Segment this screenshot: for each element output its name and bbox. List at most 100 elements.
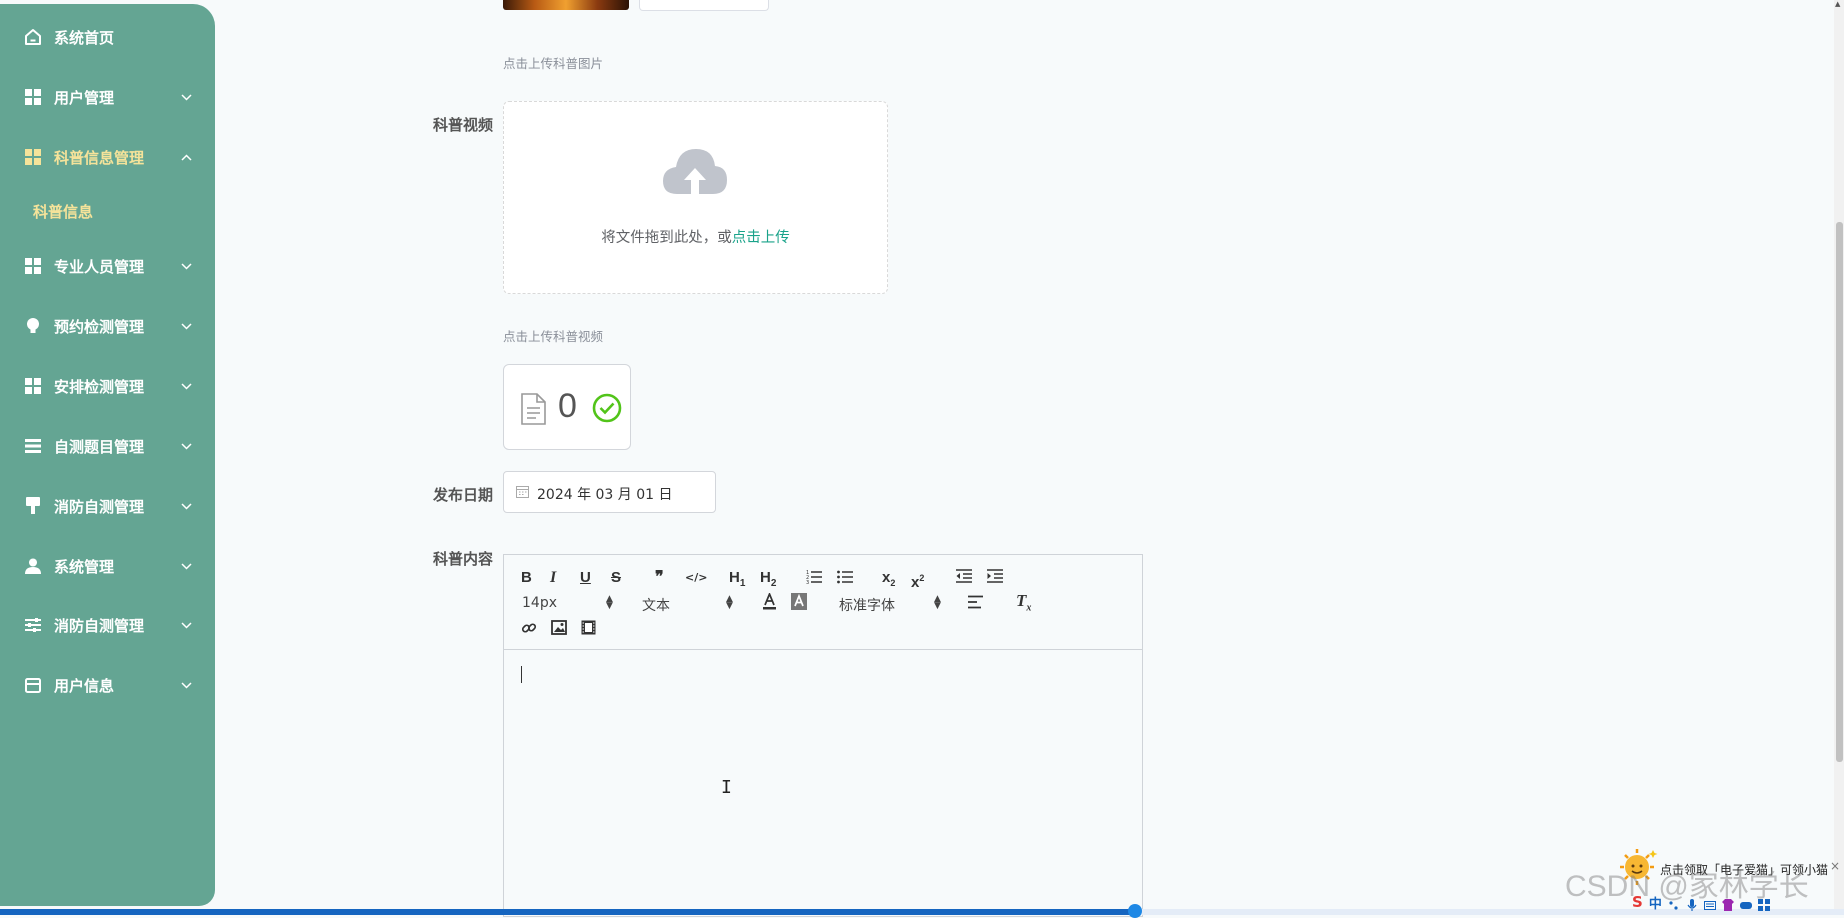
chevron-down-icon (180, 440, 192, 452)
upload-instruction: 将文件拖到此处，或点击上传 (504, 226, 887, 247)
grid-icon (24, 88, 42, 106)
click-upload-link[interactable]: 点击上传 (732, 230, 790, 246)
h2-sub: 2 (770, 578, 777, 589)
sidebar-item-fire-self-test[interactable]: 消防自测管理 (0, 486, 215, 526)
strike-button[interactable]: S (611, 570, 621, 586)
indent-button[interactable] (987, 569, 1003, 587)
bold-button[interactable]: B (521, 570, 532, 586)
skin-icon[interactable] (1721, 896, 1734, 911)
font-family-select[interactable]: 标准字体 ▲ ▼ (839, 595, 941, 615)
video-progress-handle[interactable] (1128, 904, 1142, 918)
upload-instruction-text: 将文件拖到此处，或 (601, 230, 732, 246)
text-color-button[interactable] (762, 591, 777, 614)
sidebar-item-self-test-questions[interactable]: 自测题目管理 (0, 426, 215, 466)
sidebar-item-professional-staff[interactable]: 专业人员管理 (0, 246, 215, 286)
clear-format-button[interactable]: Tx (1016, 591, 1032, 616)
sidebar-item-science-info-management[interactable]: 科普信息管理 (0, 137, 215, 177)
rich-text-editor: B I U S ❞ </> H1 H2 123 x2 x2 14px ▲ ▼ 文本 ▲… (503, 554, 1143, 917)
ordered-list-button[interactable]: 123 (806, 569, 822, 588)
underline-button[interactable]: U (580, 570, 591, 586)
outdent-button[interactable] (956, 569, 972, 587)
user-icon (24, 557, 42, 575)
video-upload-hint: 点击上传科普视频 (503, 329, 604, 344)
chevron-down-icon (180, 260, 192, 272)
sidebar-item-home[interactable]: 系统首页 (0, 17, 215, 57)
sidebar-item-label: 预约检测管理 (54, 317, 145, 336)
bulb-icon (24, 317, 42, 335)
calendar-icon (516, 483, 529, 502)
sidebar-item-label: 自测题目管理 (54, 437, 145, 456)
subscript-index: 2 (890, 578, 896, 588)
h1-sub: 1 (739, 578, 746, 589)
toolbox-icon[interactable] (1757, 896, 1770, 911)
sidebar-item-label: 系统首页 (54, 28, 115, 47)
sidebar: 系统首页 用户管理 科普信息管理 科普信息 专业人员管理 预约检测管理 安排检测… (0, 4, 215, 906)
image-thumbnail[interactable] (503, 0, 629, 10)
video-upload-dropzone[interactable]: 将文件拖到此处，或点击上传 (503, 101, 888, 294)
h2-button[interactable]: H2 (760, 570, 776, 592)
clear-format-label: T (1016, 591, 1027, 610)
image-upload-slot[interactable] (639, 0, 769, 11)
cloud-upload-icon (662, 146, 728, 202)
background-color-button[interactable] (791, 593, 807, 614)
brush-icon (24, 497, 42, 515)
language-toggle[interactable]: 中 (1649, 893, 1662, 912)
select-arrows-icon: ▲ ▼ (934, 594, 941, 611)
chevron-down-icon (180, 619, 192, 631)
game-icon[interactable] (1739, 896, 1752, 909)
punctuation-icon[interactable] (1668, 896, 1680, 910)
video-progress-fill (0, 909, 1136, 915)
check-circle-icon (592, 393, 622, 427)
date-field-label: 发布日期 (433, 486, 494, 504)
font-family-value: 标准字体 (839, 598, 895, 614)
sidebar-item-booking-inspection[interactable]: 预约检测管理 (0, 306, 215, 346)
grid-icon (24, 377, 42, 395)
chevron-down-icon (180, 91, 192, 103)
bullet-list-button[interactable] (837, 569, 853, 588)
file-count: 0 (558, 387, 577, 425)
link-button[interactable] (521, 620, 537, 640)
editor-content-area[interactable] (504, 650, 1142, 916)
sidebar-item-label: 科普信息管理 (54, 148, 145, 167)
chevron-down-icon (180, 679, 192, 691)
video-field-label: 科普视频 (433, 116, 494, 134)
sidebar-item-system-management[interactable]: 系统管理 (0, 546, 215, 586)
sidebar-item-arrange-inspection[interactable]: 安排检测管理 (0, 366, 215, 406)
sidebar-item-user-info[interactable]: 用户信息 (0, 665, 215, 705)
align-button[interactable] (968, 595, 983, 613)
keyboard-icon[interactable] (1703, 896, 1716, 910)
sidebar-item-label: 系统管理 (54, 557, 115, 576)
subscript-button[interactable]: x2 (882, 570, 895, 591)
content-field-label: 科普内容 (433, 550, 494, 568)
sogou-logo-icon[interactable]: S (1632, 893, 1643, 911)
microphone-icon[interactable] (1686, 896, 1698, 911)
code-button[interactable]: </> (685, 570, 707, 586)
h1-button[interactable]: H1 (729, 570, 745, 592)
card-icon (24, 676, 42, 694)
italic-button[interactable]: I (550, 570, 556, 586)
image-button[interactable] (551, 620, 567, 639)
sidebar-item-label: 用户管理 (54, 88, 115, 107)
scroll-up-arrow-icon[interactable]: ▲ (1835, 0, 1840, 8)
sliders-icon (24, 616, 42, 634)
sidebar-item-fire-self-test-2[interactable]: 消防自测管理 (0, 605, 215, 645)
grid-icon (24, 257, 42, 275)
sidebar-subitem-science-info[interactable]: 科普信息 (33, 201, 93, 222)
sidebar-item-label: 消防自测管理 (54, 497, 145, 516)
superscript-index: 2 (919, 573, 925, 583)
publish-date-picker[interactable]: 2024 年 03 月 01 日 (503, 471, 716, 513)
sidebar-item-user-management[interactable]: 用户管理 (0, 77, 215, 117)
h2-label: H (760, 569, 771, 586)
clear-format-sub: x (1026, 602, 1032, 614)
image-upload-hint: 点击上传科普图片 (503, 56, 604, 71)
vertical-scrollbar-thumb[interactable] (1836, 222, 1843, 762)
close-icon[interactable]: × (1830, 859, 1840, 873)
block-format-value: 文本 (642, 598, 670, 614)
quote-button[interactable]: ❞ (655, 570, 664, 586)
font-size-select[interactable]: 14px ▲ ▼ (522, 595, 613, 612)
editor-toolbar: B I U S ❞ </> H1 H2 123 x2 x2 14px ▲ ▼ 文本 ▲… (504, 555, 1142, 650)
block-format-select[interactable]: 文本 ▲ ▼ (642, 595, 733, 615)
superscript-button[interactable]: x2 (911, 570, 924, 591)
video-button[interactable] (581, 620, 596, 639)
uploaded-file-card[interactable]: 0 (503, 364, 631, 450)
